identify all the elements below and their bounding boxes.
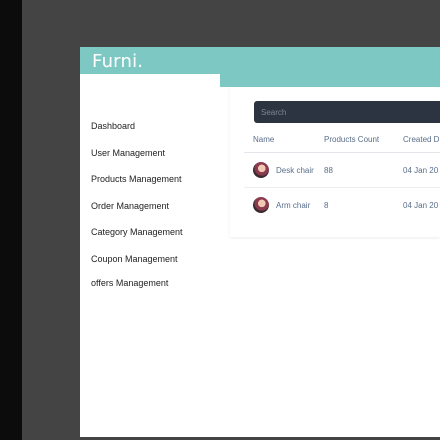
sidebar: Dashboard User Management Products Manag… — [80, 87, 220, 437]
product-thumbnail — [253, 162, 269, 178]
column-header-name[interactable]: Name — [253, 135, 274, 144]
top-brand-bar: Furni. — [80, 47, 440, 74]
column-header-products-count[interactable]: Products Count — [324, 135, 379, 144]
logo[interactable]: Furni. — [92, 51, 143, 72]
sidebar-item-user-management[interactable]: User Management — [91, 148, 165, 158]
search-bar — [254, 101, 440, 123]
sidebar-item-category-management[interactable]: Category Management — [91, 227, 183, 237]
created-date: 04 Jan 20 — [403, 201, 439, 210]
sidebar-item-offers-management[interactable]: offers Management — [91, 278, 168, 288]
table-header-divider — [244, 152, 440, 153]
app-window: Furni. Dashboard User Management Product… — [80, 47, 440, 437]
product-name[interactable]: Arm chair — [276, 201, 310, 210]
product-count: 88 — [324, 166, 333, 175]
screen-edge — [0, 0, 22, 440]
products-panel: Name Products Count Created D Desk chair… — [230, 87, 440, 237]
brand-bar-extension — [220, 74, 440, 87]
column-header-created-date[interactable]: Created D — [403, 135, 439, 144]
product-thumbnail — [253, 197, 269, 213]
row-divider — [244, 187, 440, 188]
sidebar-item-order-management[interactable]: Order Management — [91, 201, 169, 211]
created-date: 04 Jan 20 — [403, 166, 439, 175]
search-input[interactable] — [254, 101, 440, 123]
product-name[interactable]: Desk chair — [276, 166, 314, 175]
sidebar-item-products-management[interactable]: Products Management — [91, 174, 182, 184]
sidebar-item-coupon-management[interactable]: Coupon Management — [91, 254, 178, 264]
product-count: 8 — [324, 201, 329, 210]
sidebar-item-dashboard[interactable]: Dashboard — [91, 121, 135, 131]
